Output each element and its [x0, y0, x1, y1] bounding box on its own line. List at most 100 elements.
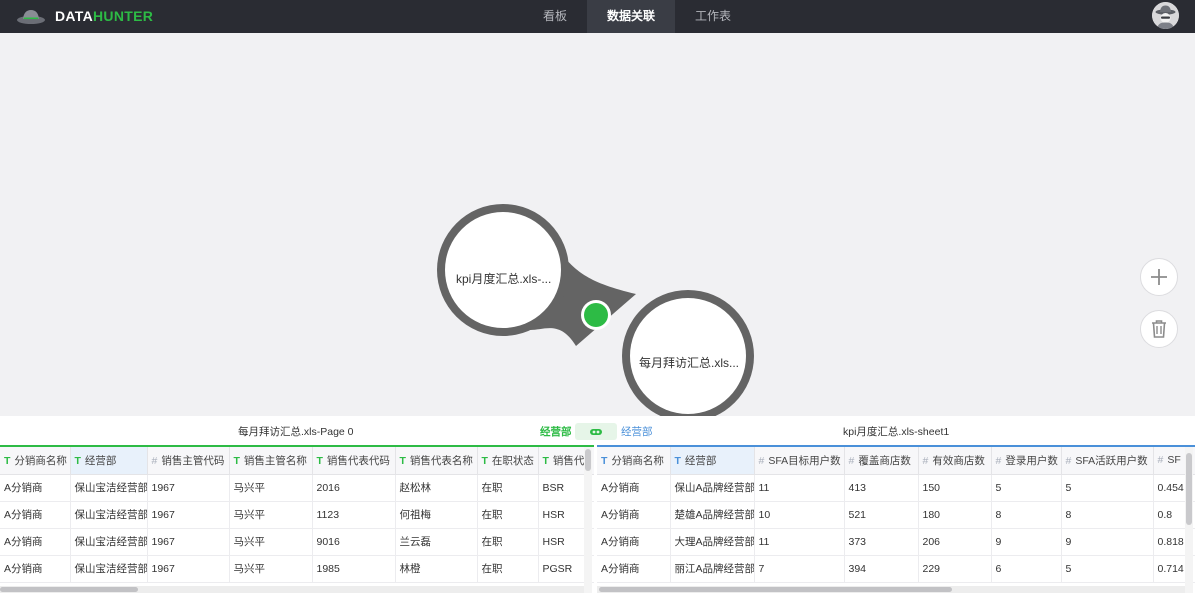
tab-data-relation[interactable]: 数据关联 [587, 0, 676, 33]
column-header[interactable]: # 覆盖商店数 [844, 447, 919, 475]
right-join-field[interactable]: 经营部 [621, 424, 653, 439]
table-cell: A分销商 [597, 528, 671, 556]
number-type-icon: # [922, 454, 929, 467]
table-cell: A分销商 [0, 474, 71, 502]
table-cell: 394 [844, 555, 919, 583]
relation-canvas[interactable]: kpi月度汇总.xls-... 每月拜访汇总.xls... [0, 33, 1195, 416]
table-cell: 保山宝洁经营部 [70, 555, 148, 583]
tab-worksheet[interactable]: 工作表 [675, 0, 751, 33]
table-cell: 11 [754, 528, 845, 556]
column-header[interactable]: T 经营部 [670, 447, 755, 475]
table-cell: 1967 [147, 528, 230, 556]
table-cell: 413 [844, 474, 919, 502]
user-avatar[interactable] [1152, 2, 1179, 29]
trash-icon [1152, 320, 1166, 338]
column-label: 销售主管代码 [161, 454, 225, 467]
table-cell: 8 [991, 501, 1062, 529]
table-header-row: T 分销商名称 T 经营部 # SFA目标用户数 # 覆盖商店数 # 有效商店数 # 登录用… [597, 447, 1195, 475]
table-row: A分销商 丽江A品牌经营部 7 394 229 6 5 0.714 [597, 555, 1195, 583]
table-cell: 在职 [477, 474, 539, 502]
hat-logo-icon [17, 10, 45, 24]
join-header: 每月拜访汇总.xls-Page 0 经营部 经营部 kpi月度汇总.xls-sh… [0, 416, 1195, 445]
table-cell: 在职 [477, 555, 539, 583]
column-header[interactable]: # SFA目标用户数 [754, 447, 845, 475]
table-cell: 1967 [147, 501, 230, 529]
brand-name-part2: HUNTER [93, 8, 154, 24]
table-cell: 马兴平 [229, 528, 313, 556]
table-cell: 楚雄A品牌经营部 [670, 501, 755, 529]
table-cell: 10 [754, 501, 845, 529]
right-table-horizontal-scrollbar[interactable] [597, 586, 1185, 593]
table-cell: 150 [918, 474, 992, 502]
number-type-icon: # [848, 454, 855, 467]
left-table-horizontal-scrollbar[interactable] [0, 586, 584, 593]
app-logo[interactable]: DATAHUNTER [16, 6, 153, 26]
column-header[interactable]: T 经营部 [70, 447, 148, 475]
scrollbar-thumb[interactable] [585, 449, 591, 471]
left-table-vertical-scrollbar[interactable] [584, 447, 592, 593]
column-header[interactable]: T 销售主管名称 [229, 447, 313, 475]
column-header[interactable]: T 分销商名称 [0, 447, 71, 475]
column-header[interactable]: # SFA活跃用户数 [1061, 447, 1154, 475]
table-cell: 521 [844, 501, 919, 529]
table-cell: 赵松林 [395, 474, 478, 502]
scrollbar-thumb[interactable] [0, 587, 138, 592]
table-row: A分销商 保山宝洁经营部 1967 马兴平 2016 赵松林 在职 BSR [0, 474, 594, 502]
text-type-icon: T [601, 454, 608, 467]
number-type-icon: # [1065, 454, 1072, 467]
column-header[interactable]: # 登录用户数 [991, 447, 1062, 475]
right-source-title: kpi月度汇总.xls-sheet1 [843, 426, 950, 438]
table-cell: A分销商 [597, 555, 671, 583]
column-header[interactable]: # 销售主管代码 [147, 447, 230, 475]
left-join-field[interactable]: 经营部 [540, 424, 572, 439]
column-label: 销售代表代码 [326, 454, 390, 467]
table-cell: 1967 [147, 555, 230, 583]
scrollbar-thumb[interactable] [1186, 453, 1192, 525]
column-label: SF [1167, 454, 1181, 467]
table-row: A分销商 大理A品牌经营部 11 373 206 9 9 0.818 [597, 528, 1195, 556]
table-cell: 5 [1061, 555, 1154, 583]
table-cell: 兰云磊 [395, 528, 478, 556]
table-cell: 180 [918, 501, 992, 529]
join-preview-panel: 每月拜访汇总.xls-Page 0 经营部 经营部 kpi月度汇总.xls-sh… [0, 416, 1195, 593]
user-avatar-icon [1152, 2, 1179, 29]
scrollbar-thumb[interactable] [599, 587, 952, 592]
column-header[interactable]: # 有效商店数 [918, 447, 992, 475]
table-cell: 7 [754, 555, 845, 583]
text-type-icon: T [674, 454, 681, 467]
join-type-button[interactable] [575, 423, 617, 440]
table-cell: 9016 [312, 528, 396, 556]
table-cell: 229 [918, 555, 992, 583]
text-type-icon: T [233, 454, 240, 467]
table-cell: 1985 [312, 555, 396, 583]
table-cell: 9 [1061, 528, 1154, 556]
left-data-table[interactable]: T 分销商名称 T 经营部 # 销售主管代码 T 销售主管名称 T 销售代表代码 T 销售代… [0, 445, 594, 593]
table-cell: 2016 [312, 474, 396, 502]
number-type-icon: # [758, 454, 765, 467]
column-label: 分销商名称 [14, 454, 67, 467]
table-cell: 何祖梅 [395, 501, 478, 529]
table-cell: 206 [918, 528, 992, 556]
link-indicator-icon [584, 303, 608, 327]
right-table-vertical-scrollbar[interactable] [1185, 447, 1193, 593]
column-header[interactable]: T 销售代表代码 [312, 447, 396, 475]
right-data-table[interactable]: T 分销商名称 T 经营部 # SFA目标用户数 # 覆盖商店数 # 有效商店数 # 登录用… [597, 445, 1195, 593]
column-label: 销售代表名称 [409, 454, 473, 467]
column-header[interactable]: T 在职状态 [477, 447, 539, 475]
column-label: 经营部 [684, 454, 717, 467]
table-cell: 9 [991, 528, 1062, 556]
table-cell: 8 [1061, 501, 1154, 529]
table-cell: 丽江A品牌经营部 [670, 555, 755, 583]
brand-name: DATAHUNTER [55, 8, 153, 24]
add-node-button[interactable] [1140, 258, 1178, 296]
delete-node-button[interactable] [1140, 310, 1178, 348]
table-cell: 林橙 [395, 555, 478, 583]
text-type-icon: T [74, 454, 81, 467]
table-cell: A分销商 [0, 501, 71, 529]
column-header[interactable]: T 销售代表名称 [395, 447, 478, 475]
column-label: 销售代 [552, 454, 585, 467]
table-cell: 马兴平 [229, 501, 313, 529]
tab-dashboard[interactable]: 看板 [523, 0, 587, 33]
column-label: SFA目标用户数 [768, 454, 841, 467]
column-header[interactable]: T 分销商名称 [597, 447, 671, 475]
